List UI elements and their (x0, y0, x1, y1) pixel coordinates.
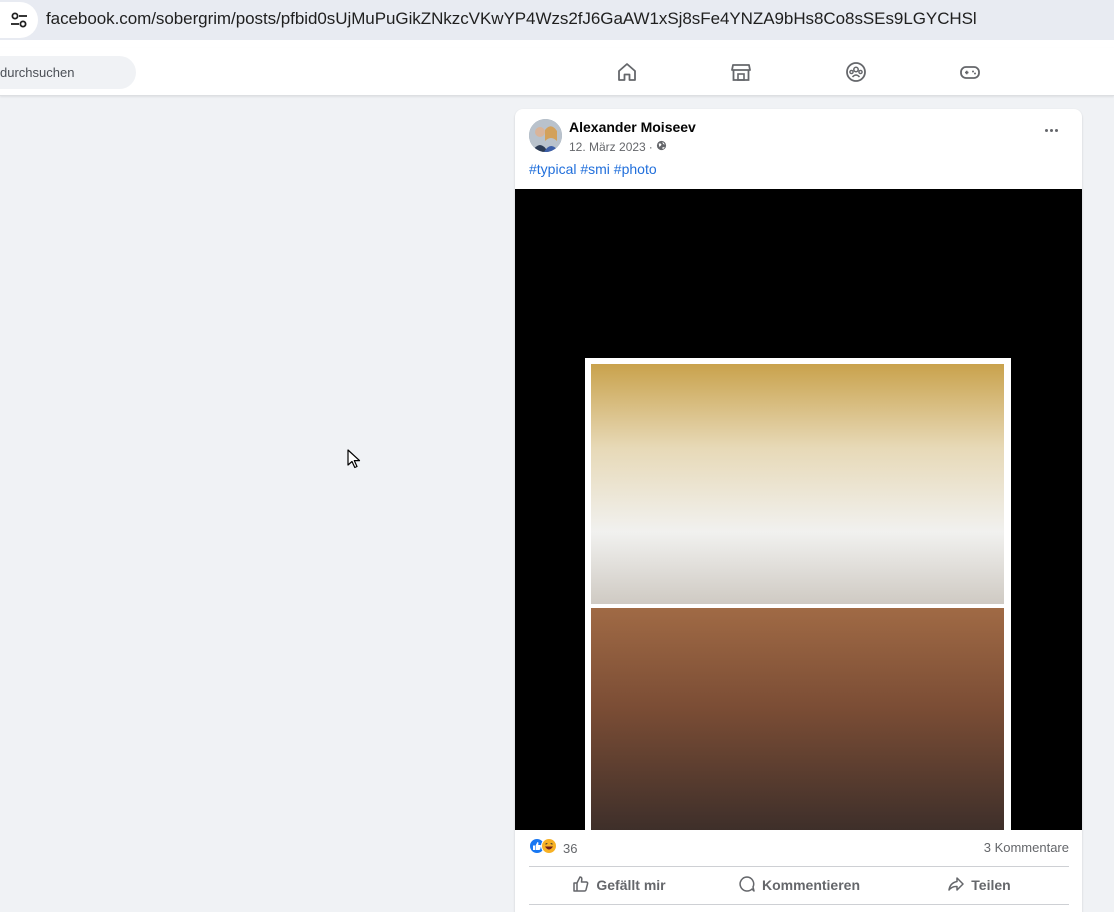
comments-count[interactable]: 3 Kommentare (984, 840, 1069, 855)
share-icon (947, 875, 965, 896)
comment-button[interactable]: Kommentieren (709, 868, 889, 902)
post-author[interactable]: Alexander Moiseev (569, 119, 696, 135)
url-text[interactable]: facebook.com/sobergrim/posts/pfbid0sUjMu… (46, 9, 977, 29)
share-label: Teilen (971, 877, 1011, 893)
meta-separator: · (648, 140, 653, 154)
post-card: Alexander Moiseev 12. März 2023 · #typic… (515, 109, 1082, 912)
avatar[interactable] (529, 119, 562, 152)
thumbs-up-icon (572, 875, 590, 896)
globe-icon (656, 140, 667, 154)
groups-icon[interactable] (844, 60, 868, 84)
tune-icon[interactable] (0, 2, 38, 38)
photo-bottom-panel (591, 608, 1004, 830)
toolbar-spacer (0, 40, 1114, 48)
post-meta: 12. März 2023 · (569, 140, 667, 154)
search-input[interactable]: durchsuchen (0, 56, 136, 89)
search-placeholder: durchsuchen (0, 65, 75, 80)
divider (529, 866, 1069, 867)
reaction-summary[interactable]: 36 (529, 837, 578, 859)
comment-label: Kommentieren (761, 877, 861, 893)
home-icon[interactable] (615, 60, 639, 84)
reaction-count: 36 (563, 840, 578, 856)
share-button[interactable]: Teilen (889, 868, 1069, 902)
mouse-cursor-icon (347, 449, 361, 474)
photo-top-panel (591, 364, 1004, 604)
divider (529, 904, 1069, 905)
post-actions: Gefällt mir Kommentieren Teilen (529, 868, 1069, 902)
post-media[interactable] (515, 189, 1082, 830)
haha-reaction-icon (541, 837, 557, 859)
comment-icon (738, 875, 756, 896)
marketplace-icon[interactable] (729, 60, 753, 84)
post-date[interactable]: 12. März 2023 (569, 140, 646, 154)
browser-address-bar: facebook.com/sobergrim/posts/pfbid0sUjMu… (0, 0, 1114, 40)
like-button[interactable]: Gefällt mir (529, 868, 709, 902)
more-options-icon[interactable] (1045, 126, 1061, 134)
like-label: Gefällt mir (596, 877, 666, 893)
facebook-top-nav: durchsuchen (0, 48, 1114, 96)
post-photo[interactable] (585, 358, 1011, 830)
gaming-icon[interactable] (958, 60, 982, 84)
post-hashtags[interactable]: #typical #smi #photo (529, 161, 657, 177)
